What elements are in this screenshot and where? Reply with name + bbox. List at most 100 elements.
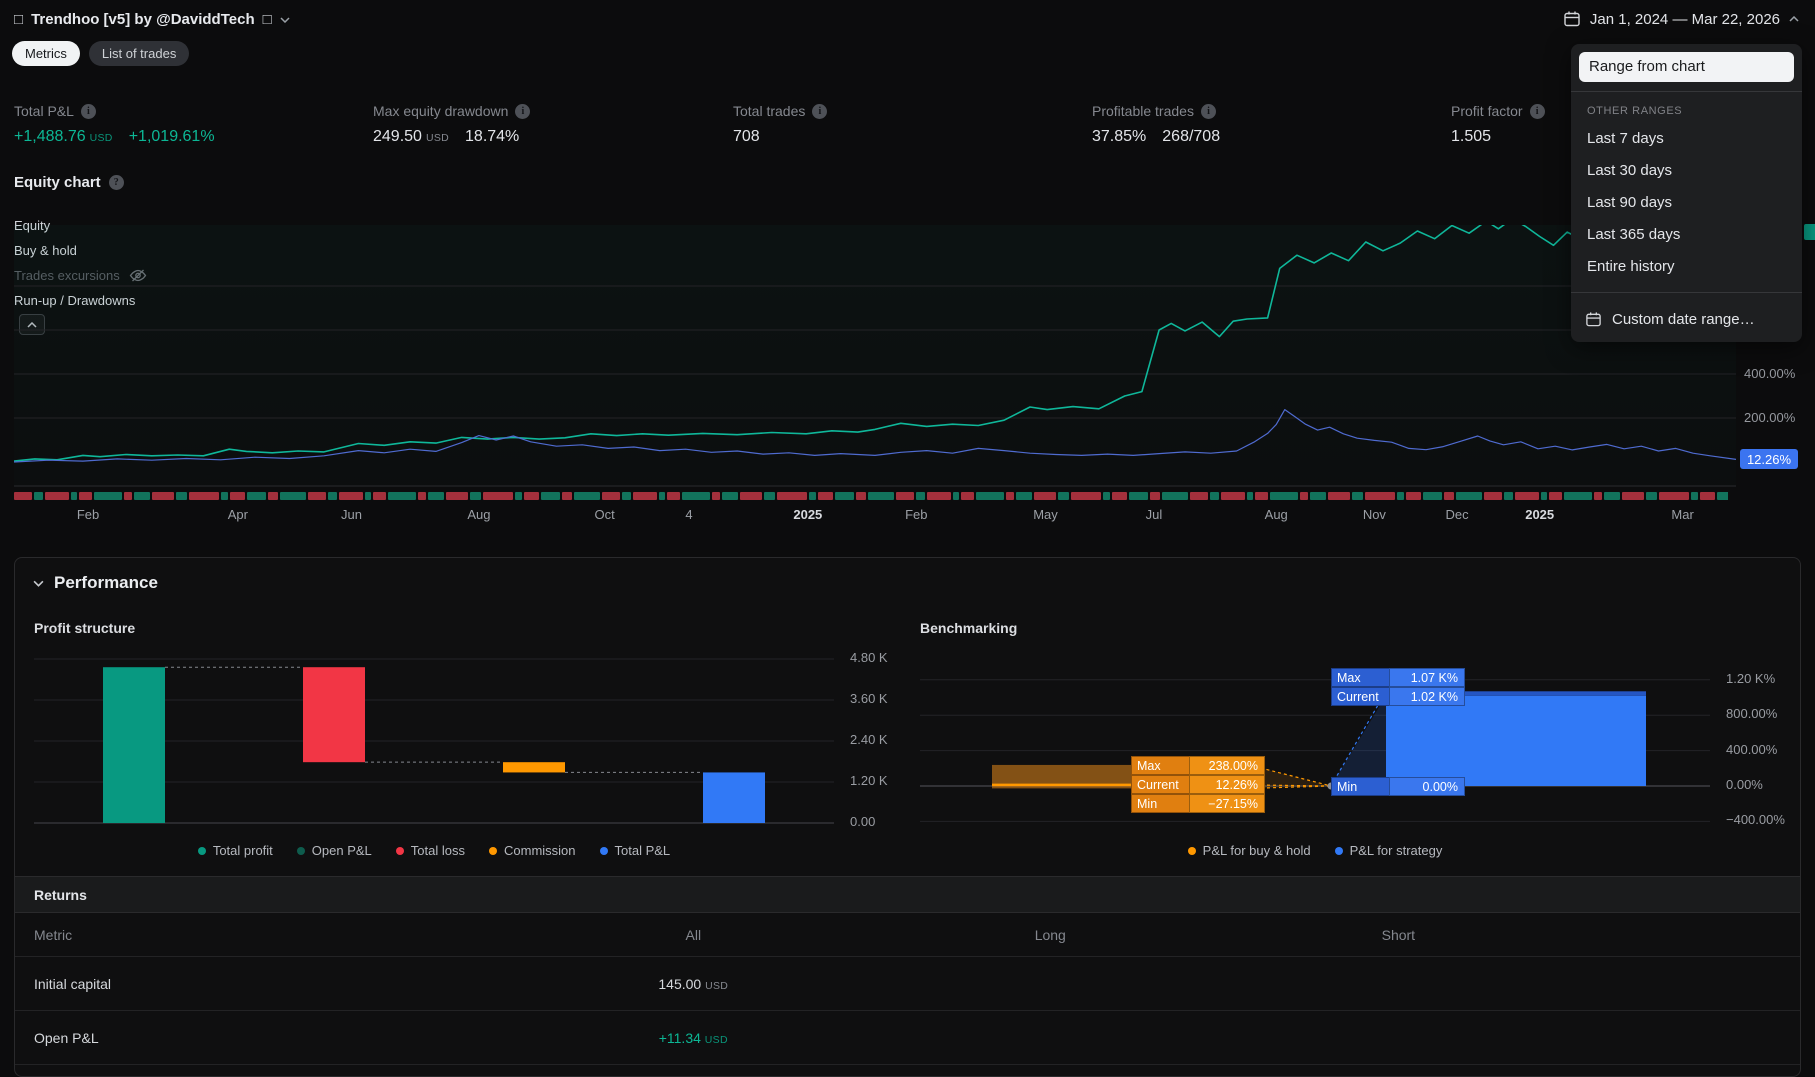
menu-item-entire-history[interactable]: Entire history (1571, 251, 1802, 283)
info-icon[interactable]: i (81, 104, 96, 119)
trade-marker (809, 492, 816, 500)
x-axis-tick: 2025 (1525, 507, 1554, 522)
x-axis-tick: Mar (1671, 507, 1693, 522)
trade-marker (71, 492, 77, 500)
metric-label: Total P&L (14, 103, 74, 119)
profit-structure-chart: 4.80 K3.60 K2.40 K1.20 K0.00 (34, 653, 914, 831)
trade-marker (722, 492, 738, 500)
trade-marker (1484, 492, 1502, 500)
menu-item-range-from-chart[interactable]: Range from chart (1579, 52, 1794, 82)
trade-marker (515, 492, 522, 500)
returns-table-header: Metric All Long Short (15, 913, 1800, 957)
menu-item-custom-date-range[interactable]: Custom date range… (1571, 302, 1802, 336)
trade-marker (868, 492, 894, 500)
legend-commission[interactable]: Commission (489, 843, 576, 858)
metric-value: +1,488.76 (14, 128, 86, 146)
metric-total-trades: Total tradesi 708 (733, 103, 827, 146)
metric-label: Total trades (733, 103, 805, 119)
legend-open-pl[interactable]: Open P&L (297, 843, 372, 858)
tab-metrics[interactable]: Metrics (12, 41, 80, 66)
trade-marker (541, 492, 560, 500)
metric-profitable-trades: Profitable tradesi 37.85%268/708 (1092, 103, 1220, 146)
strategy-stats-table-top: Max1.07 K% Current1.02 K% (1331, 668, 1465, 706)
y-axis-tick: 0.00 (850, 814, 875, 829)
x-axis-tick: Jun (341, 507, 362, 522)
info-icon[interactable]: i (1201, 104, 1216, 119)
trade-marker (373, 492, 386, 500)
trade-marker (1300, 492, 1308, 500)
trade-marker (562, 492, 572, 500)
x-axis-tick: 4 (685, 507, 692, 522)
trade-marker (470, 492, 481, 500)
trade-marker (927, 492, 951, 500)
help-icon[interactable]: ? (109, 175, 124, 190)
trade-marker (1310, 492, 1326, 500)
trade-marker (189, 492, 219, 500)
returns-section-header: Returns (15, 876, 1800, 913)
info-icon[interactable]: i (1530, 104, 1545, 119)
y-axis-tick: 400.00% (1726, 742, 1777, 757)
info-icon[interactable]: i (812, 104, 827, 119)
menu-item-last-90-days[interactable]: Last 90 days (1571, 187, 1802, 219)
tab-list-of-trades[interactable]: List of trades (89, 41, 189, 66)
benchmarking-title: Benchmarking (920, 620, 1017, 636)
trade-marker (1328, 492, 1350, 500)
metric-label: Profitable trades (1092, 103, 1194, 119)
trade-marker (446, 492, 468, 500)
date-range-menu: Range from chart OTHER RANGES Last 7 day… (1571, 44, 1802, 342)
equity-chart-title: Equity chart (14, 174, 101, 191)
trade-marker (633, 492, 657, 500)
legend-total-profit[interactable]: Total profit (198, 843, 273, 858)
menu-item-last-7-days[interactable]: Last 7 days (1571, 123, 1802, 155)
equity-chart-plot[interactable] (14, 225, 1736, 487)
trade-marker (1515, 492, 1539, 500)
trade-marker (1129, 492, 1148, 500)
date-range-control[interactable]: Jan 1, 2024 — Mar 22, 2026 (1563, 10, 1799, 28)
y-axis-tick: 4.80 K (850, 650, 888, 665)
trade-marker (1210, 492, 1219, 500)
x-axis-tick: Aug (1265, 507, 1288, 522)
equity-current-badge-sliver (1804, 224, 1815, 240)
metric-max-drawdown: Max equity drawdowni 249.50USD18.74% (373, 103, 530, 146)
trade-marker (1444, 492, 1454, 500)
strategy-title[interactable]: □ Trendhoo [v5] by @DaviddTech □ (14, 11, 290, 28)
legend-total-pl[interactable]: Total P&L (600, 843, 671, 858)
trade-marker (328, 492, 337, 500)
col-metric: Metric (15, 927, 533, 943)
menu-item-last-365-days[interactable]: Last 365 days (1571, 219, 1802, 251)
trade-marker (1112, 492, 1127, 500)
trade-marker (428, 492, 444, 500)
performance-card: Performance Profit structure 4.80 K3.60 … (14, 557, 1801, 1077)
profit-structure-legend: Total profit Open P&L Total loss Commiss… (34, 843, 834, 858)
trade-marker (1564, 492, 1592, 500)
legend-pl-buy-hold[interactable]: P&L for buy & hold (1188, 843, 1311, 858)
metric-extra: 18.74% (465, 128, 519, 146)
trade-marker (1150, 492, 1160, 500)
trade-markers-strip[interactable] (14, 492, 1728, 500)
calendar-icon (1563, 10, 1581, 28)
performance-section-header[interactable]: Performance (33, 573, 158, 593)
metric-extra: +1,019.61% (129, 128, 215, 146)
legend-pl-strategy[interactable]: P&L for strategy (1335, 843, 1443, 858)
metric-value: 1.505 (1451, 128, 1491, 146)
equity-chart-heading: Equity chart ? (14, 174, 124, 191)
trade-marker (961, 492, 974, 500)
y-axis-tick: 400.00% (1744, 366, 1795, 381)
trade-marker (280, 492, 306, 500)
trade-marker (667, 492, 680, 500)
x-axis-tick: Jul (1146, 507, 1163, 522)
menu-item-last-30-days[interactable]: Last 30 days (1571, 155, 1802, 187)
x-axis-tick: Oct (595, 507, 615, 522)
trade-marker (176, 492, 187, 500)
trade-marker (247, 492, 266, 500)
trade-marker (1365, 492, 1395, 500)
trade-marker (1691, 492, 1698, 500)
x-axis-tick: May (1033, 507, 1058, 522)
y-axis-tick: 200.00% (1744, 410, 1795, 425)
info-icon[interactable]: i (515, 104, 530, 119)
buy-hold-stats-table: Max238.00% Current12.26% Min−27.15% (1131, 756, 1265, 813)
trade-marker (94, 492, 122, 500)
legend-total-loss[interactable]: Total loss (396, 843, 465, 858)
trade-marker (1190, 492, 1208, 500)
trade-marker (896, 492, 914, 500)
